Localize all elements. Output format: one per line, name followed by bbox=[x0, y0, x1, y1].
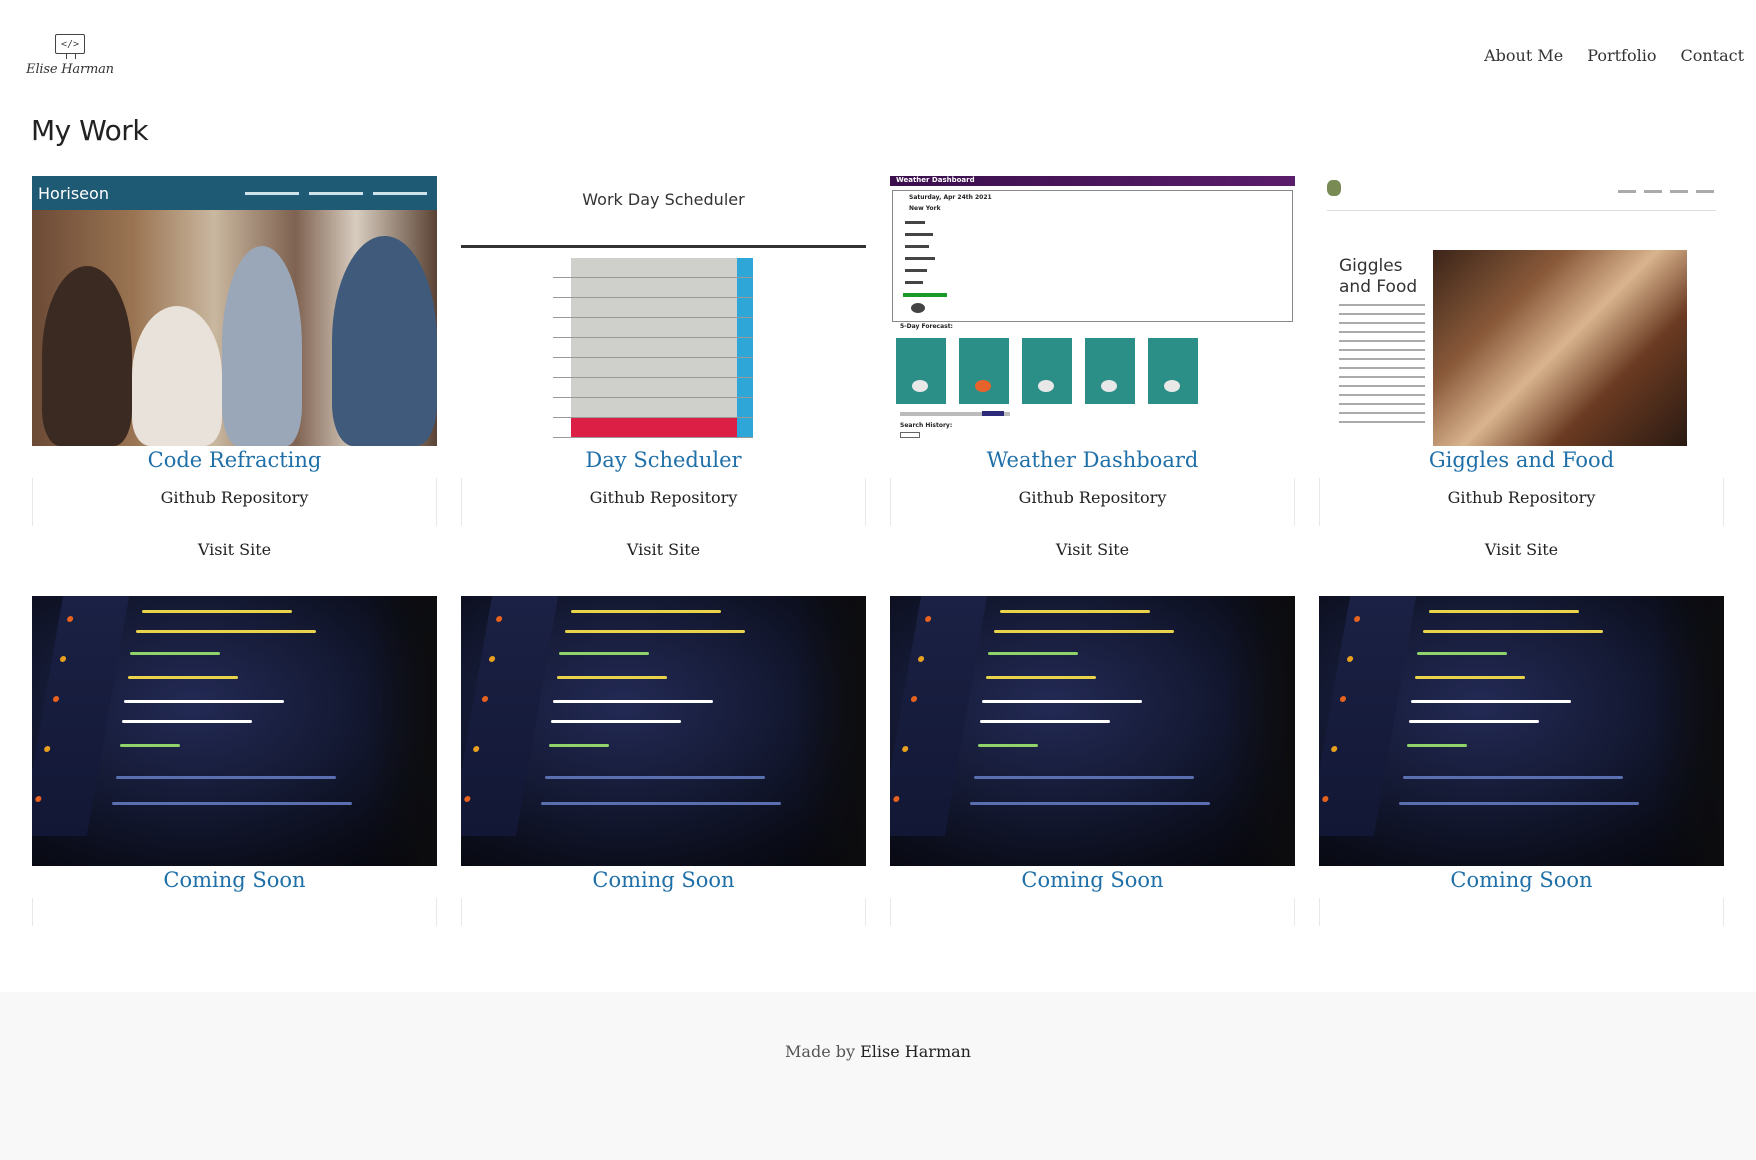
footer-credit: Made by Elise Harman bbox=[0, 1042, 1756, 1061]
dinner-photo bbox=[1433, 250, 1687, 446]
card-body bbox=[461, 898, 866, 926]
github-repo-link[interactable]: Github Repository bbox=[1320, 488, 1723, 507]
coming-soon-card: Coming Soon bbox=[461, 596, 866, 946]
project-card: Work Day Scheduler Day Scheduler Github … bbox=[461, 176, 866, 596]
thumb-header: Weather Dashboard bbox=[890, 176, 1295, 186]
card-body: Github Repository bbox=[461, 478, 866, 526]
code-editor-photo bbox=[890, 596, 1295, 866]
visit-site-link[interactable]: Visit Site bbox=[890, 540, 1295, 559]
visit-site-link[interactable]: Visit Site bbox=[461, 540, 866, 559]
coming-soon-title[interactable]: Coming Soon bbox=[461, 868, 866, 892]
nav-contact[interactable]: Contact bbox=[1680, 46, 1744, 65]
coming-soon-card: Coming Soon bbox=[890, 596, 1295, 946]
footer-prefix: Made by bbox=[785, 1042, 856, 1061]
nav-about-me[interactable]: About Me bbox=[1484, 46, 1563, 65]
visit-site-link[interactable]: Visit Site bbox=[32, 540, 437, 559]
thumb-city: New York bbox=[909, 205, 941, 212]
project-title-day-scheduler[interactable]: Day Scheduler bbox=[461, 448, 866, 472]
footer: Made by Elise Harman bbox=[0, 992, 1756, 1160]
github-repo-link[interactable]: Github Repository bbox=[33, 488, 436, 507]
day-scheduler-screenshot[interactable]: Work Day Scheduler bbox=[461, 176, 866, 446]
thumb-date: Saturday, Apr 24th 2021 bbox=[909, 194, 992, 201]
github-repo-link[interactable]: Github Repository bbox=[462, 488, 865, 507]
coming-soon-card: Coming Soon bbox=[32, 596, 437, 946]
page-title: My Work bbox=[31, 114, 149, 147]
weather-dashboard-screenshot[interactable]: Weather Dashboard Saturday, Apr 24th 202… bbox=[890, 176, 1295, 446]
code-editor-photo bbox=[32, 596, 437, 866]
code-editor-photo bbox=[461, 596, 866, 866]
coming-soon-title[interactable]: Coming Soon bbox=[32, 868, 437, 892]
project-card: Giggles and Food Giggles and Food Github… bbox=[1319, 176, 1724, 596]
card-body bbox=[32, 898, 437, 926]
thumb-history-label: Search History: bbox=[900, 422, 953, 429]
card-body bbox=[1319, 898, 1724, 926]
card-body: Github Repository bbox=[1319, 478, 1724, 526]
thumb-title: Work Day Scheduler bbox=[582, 190, 745, 209]
code-monitor-icon: </> bbox=[55, 34, 85, 59]
project-card: Weather Dashboard Saturday, Apr 24th 202… bbox=[890, 176, 1295, 596]
project-title-weather-dashboard[interactable]: Weather Dashboard bbox=[890, 448, 1295, 472]
horiseon-screenshot[interactable]: Horiseon bbox=[32, 176, 437, 446]
project-card: Horiseon Code Refracting Github Reposito… bbox=[32, 176, 437, 596]
footer-author: Elise Harman bbox=[860, 1042, 971, 1061]
code-editor-photo bbox=[1319, 596, 1724, 866]
github-repo-link[interactable]: Github Repository bbox=[891, 488, 1294, 507]
coming-soon-title[interactable]: Coming Soon bbox=[1319, 868, 1724, 892]
thumb-heading: Giggles and Food bbox=[1339, 256, 1418, 297]
thumb-logo-icon bbox=[1327, 180, 1341, 196]
giggles-and-food-screenshot[interactable]: Giggles and Food bbox=[1319, 176, 1724, 446]
main-nav: About Me Portfolio Contact bbox=[1484, 46, 1744, 65]
project-title-giggles-and-food[interactable]: Giggles and Food bbox=[1319, 448, 1724, 472]
portfolio-grid: Horiseon Code Refracting Github Reposito… bbox=[32, 176, 1724, 946]
project-title-code-refracting[interactable]: Code Refracting bbox=[32, 448, 437, 472]
thumb-logo: Horiseon bbox=[38, 183, 109, 203]
coming-soon-card: Coming Soon bbox=[1319, 596, 1724, 946]
thumb-forecast-label: 5-Day Forecast: bbox=[900, 323, 953, 330]
card-body: Github Repository bbox=[890, 478, 1295, 526]
brand-logo-link[interactable]: </> Elise Harman bbox=[24, 34, 116, 77]
nav-portfolio[interactable]: Portfolio bbox=[1587, 46, 1656, 65]
coming-soon-title[interactable]: Coming Soon bbox=[890, 868, 1295, 892]
card-body: Github Repository bbox=[32, 478, 437, 526]
card-body bbox=[890, 898, 1295, 926]
brand-name: Elise Harman bbox=[26, 62, 114, 77]
visit-site-link[interactable]: Visit Site bbox=[1319, 540, 1724, 559]
